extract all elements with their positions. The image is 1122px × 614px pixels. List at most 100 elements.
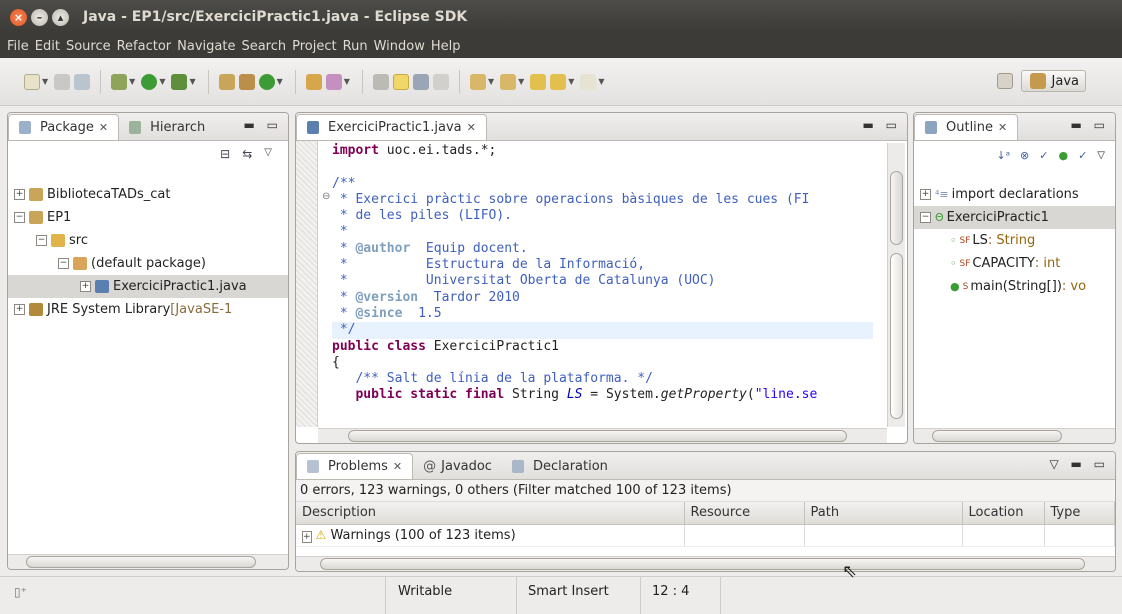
- column-header-path[interactable]: Path: [804, 502, 963, 525]
- close-window-icon[interactable]: ×: [10, 8, 27, 26]
- code-area[interactable]: import uoc.ei.tads.*; /** * Exercici pràc…: [332, 143, 873, 427]
- code-line[interactable]: * de les piles (LIFO).: [332, 208, 873, 224]
- package-tree-item[interactable]: − (default package): [8, 252, 288, 275]
- menu-item-navigate[interactable]: Navigate: [174, 39, 238, 54]
- tab-package-explorer[interactable]: Package ✕: [8, 114, 120, 140]
- new-package-icon[interactable]: [238, 73, 255, 90]
- maximize-window-icon[interactable]: ▴: [52, 8, 69, 26]
- package-tree-item[interactable]: − src: [8, 229, 288, 252]
- expand-icon[interactable]: +: [920, 189, 931, 200]
- menu-item-source[interactable]: Source: [63, 39, 114, 54]
- hide-local-types-icon[interactable]: ✓: [1078, 149, 1087, 162]
- outline-minmax-icons[interactable]: ▬ ▭: [1071, 118, 1110, 132]
- menu-item-file[interactable]: File: [4, 39, 32, 54]
- code-line[interactable]: */: [332, 322, 873, 339]
- column-header-resource[interactable]: Resource: [684, 502, 805, 525]
- table-row[interactable]: + ⚠ Warnings (100 of 123 items): [296, 524, 1115, 547]
- close-tab-icon[interactable]: ✕: [393, 460, 402, 473]
- outline-item[interactable]: ◦ SF LS : String: [914, 229, 1115, 252]
- show-whitespace-icon[interactable]: [432, 73, 449, 90]
- code-line[interactable]: [332, 159, 873, 175]
- view-menu-icon[interactable]: ▽: [264, 147, 272, 161]
- expand-icon[interactable]: +: [14, 189, 25, 200]
- expand-icon[interactable]: −: [920, 212, 931, 223]
- block-selection-icon[interactable]: [412, 73, 429, 90]
- sort-icon[interactable]: ↓ᵃ: [997, 149, 1011, 162]
- tab-editor-file[interactable]: ExerciciPractic1.java ✕: [296, 114, 487, 140]
- next-annotation-icon[interactable]: [469, 73, 486, 90]
- menu-item-help[interactable]: Help: [428, 39, 464, 54]
- java-perspective-button[interactable]: Java: [1020, 70, 1086, 92]
- tab-problems[interactable]: Problems ✕: [296, 453, 414, 479]
- code-line[interactable]: * Universitat Oberta de Catalunya (UOC): [332, 273, 873, 289]
- code-line[interactable]: public static final String LS = System.g…: [332, 387, 873, 403]
- view-menu-icon[interactable]: ▽: [1097, 150, 1105, 161]
- code-line[interactable]: {: [332, 355, 873, 371]
- outline-item[interactable]: ◦ SF CAPACITY : int: [914, 252, 1115, 275]
- expand-icon[interactable]: +: [80, 281, 91, 292]
- expand-icon[interactable]: +: [14, 304, 25, 315]
- column-header-description[interactable]: Description: [296, 502, 685, 525]
- code-line[interactable]: * Estructura de la Informació,: [332, 257, 873, 273]
- new-java-project-icon[interactable]: [218, 73, 235, 90]
- problems-horizontal-scrollbar[interactable]: [296, 556, 1115, 571]
- outline-horizontal-scrollbar[interactable]: [914, 428, 1115, 443]
- hide-fields-icon[interactable]: ⊗: [1020, 149, 1029, 162]
- link-with-editor-icon[interactable]: ⇆: [242, 147, 252, 161]
- previous-annotation-icon[interactable]: [500, 73, 517, 90]
- menu-item-edit[interactable]: Edit: [32, 39, 63, 54]
- toggle-mark-icon[interactable]: [372, 73, 389, 90]
- close-tab-icon[interactable]: ✕: [99, 121, 108, 134]
- menu-item-run[interactable]: Run: [340, 39, 371, 54]
- minimize-window-icon[interactable]: –: [31, 8, 48, 26]
- collapse-all-icon[interactable]: ⊟: [220, 147, 230, 161]
- code-line[interactable]: /**: [332, 176, 873, 192]
- debug-icon[interactable]: [111, 73, 128, 90]
- tab-javadoc[interactable]: @ Javadoc: [413, 453, 502, 479]
- open-perspective-icon[interactable]: [996, 73, 1013, 89]
- highlight-icon[interactable]: [392, 73, 409, 90]
- code-line[interactable]: public class ExerciciPractic1: [332, 339, 873, 355]
- menu-item-search[interactable]: Search: [238, 39, 289, 54]
- editor-minmax-icons[interactable]: ▬ ▭: [863, 118, 902, 132]
- forward-icon[interactable]: [580, 73, 597, 90]
- save-icon[interactable]: [54, 73, 71, 90]
- expand-icon[interactable]: −: [14, 212, 25, 223]
- hide-nonpublic-icon[interactable]: ●: [1058, 149, 1068, 162]
- print-icon[interactable]: [74, 73, 91, 90]
- editor-horizontal-scrollbar[interactable]: [318, 428, 887, 443]
- new-class-icon[interactable]: [258, 73, 275, 90]
- package-horizontal-scrollbar[interactable]: [8, 554, 288, 569]
- code-line[interactable]: * @version Tardor 2010: [332, 290, 873, 306]
- tab-declaration[interactable]: Declaration: [502, 453, 618, 479]
- fast-view-icon[interactable]: ▯⁺: [14, 585, 27, 599]
- fold-toggle-icon[interactable]: ⊖: [322, 191, 330, 202]
- code-line[interactable]: import uoc.ei.tads.*;: [332, 143, 873, 159]
- back-icon[interactable]: [550, 73, 567, 90]
- editor-vscroll-thumb[interactable]: [890, 171, 903, 245]
- menu-item-refactor[interactable]: Refactor: [114, 39, 175, 54]
- column-header-location[interactable]: Location: [962, 502, 1045, 525]
- editor-hscroll-thumb[interactable]: [348, 430, 847, 442]
- expand-icon[interactable]: +: [302, 530, 312, 543]
- view-minmax-icons[interactable]: ▬ ▭: [244, 118, 283, 132]
- problems-scroll-thumb[interactable]: [320, 558, 1085, 570]
- outline-item[interactable]: − Θ ExerciciPractic1: [914, 206, 1115, 229]
- package-tree-item[interactable]: − EP1: [8, 206, 288, 229]
- menu-item-window[interactable]: Window: [371, 39, 428, 54]
- code-line[interactable]: *: [332, 224, 873, 240]
- column-header-type[interactable]: Type: [1044, 502, 1115, 525]
- package-tree-item[interactable]: + BibliotecaTADs_cat: [8, 183, 288, 206]
- close-tab-icon[interactable]: ✕: [998, 121, 1007, 134]
- search-icon[interactable]: [325, 73, 342, 90]
- external-tools-icon[interactable]: [171, 73, 188, 90]
- expand-icon[interactable]: −: [58, 258, 69, 269]
- menu-item-project[interactable]: Project: [289, 39, 339, 54]
- outline-item[interactable]: + ⁴≡ import declarations: [914, 183, 1115, 206]
- code-line[interactable]: /** Salt de línia de la plataforma. */: [332, 371, 873, 387]
- code-line[interactable]: * @since 1.5: [332, 306, 873, 322]
- problems-minmax-icons[interactable]: ▽ ▬ ▭: [1049, 457, 1109, 471]
- close-tab-icon[interactable]: ✕: [467, 121, 476, 134]
- package-tree-item[interactable]: + ExerciciPractic1.java: [8, 275, 288, 298]
- package-scroll-thumb[interactable]: [26, 556, 256, 568]
